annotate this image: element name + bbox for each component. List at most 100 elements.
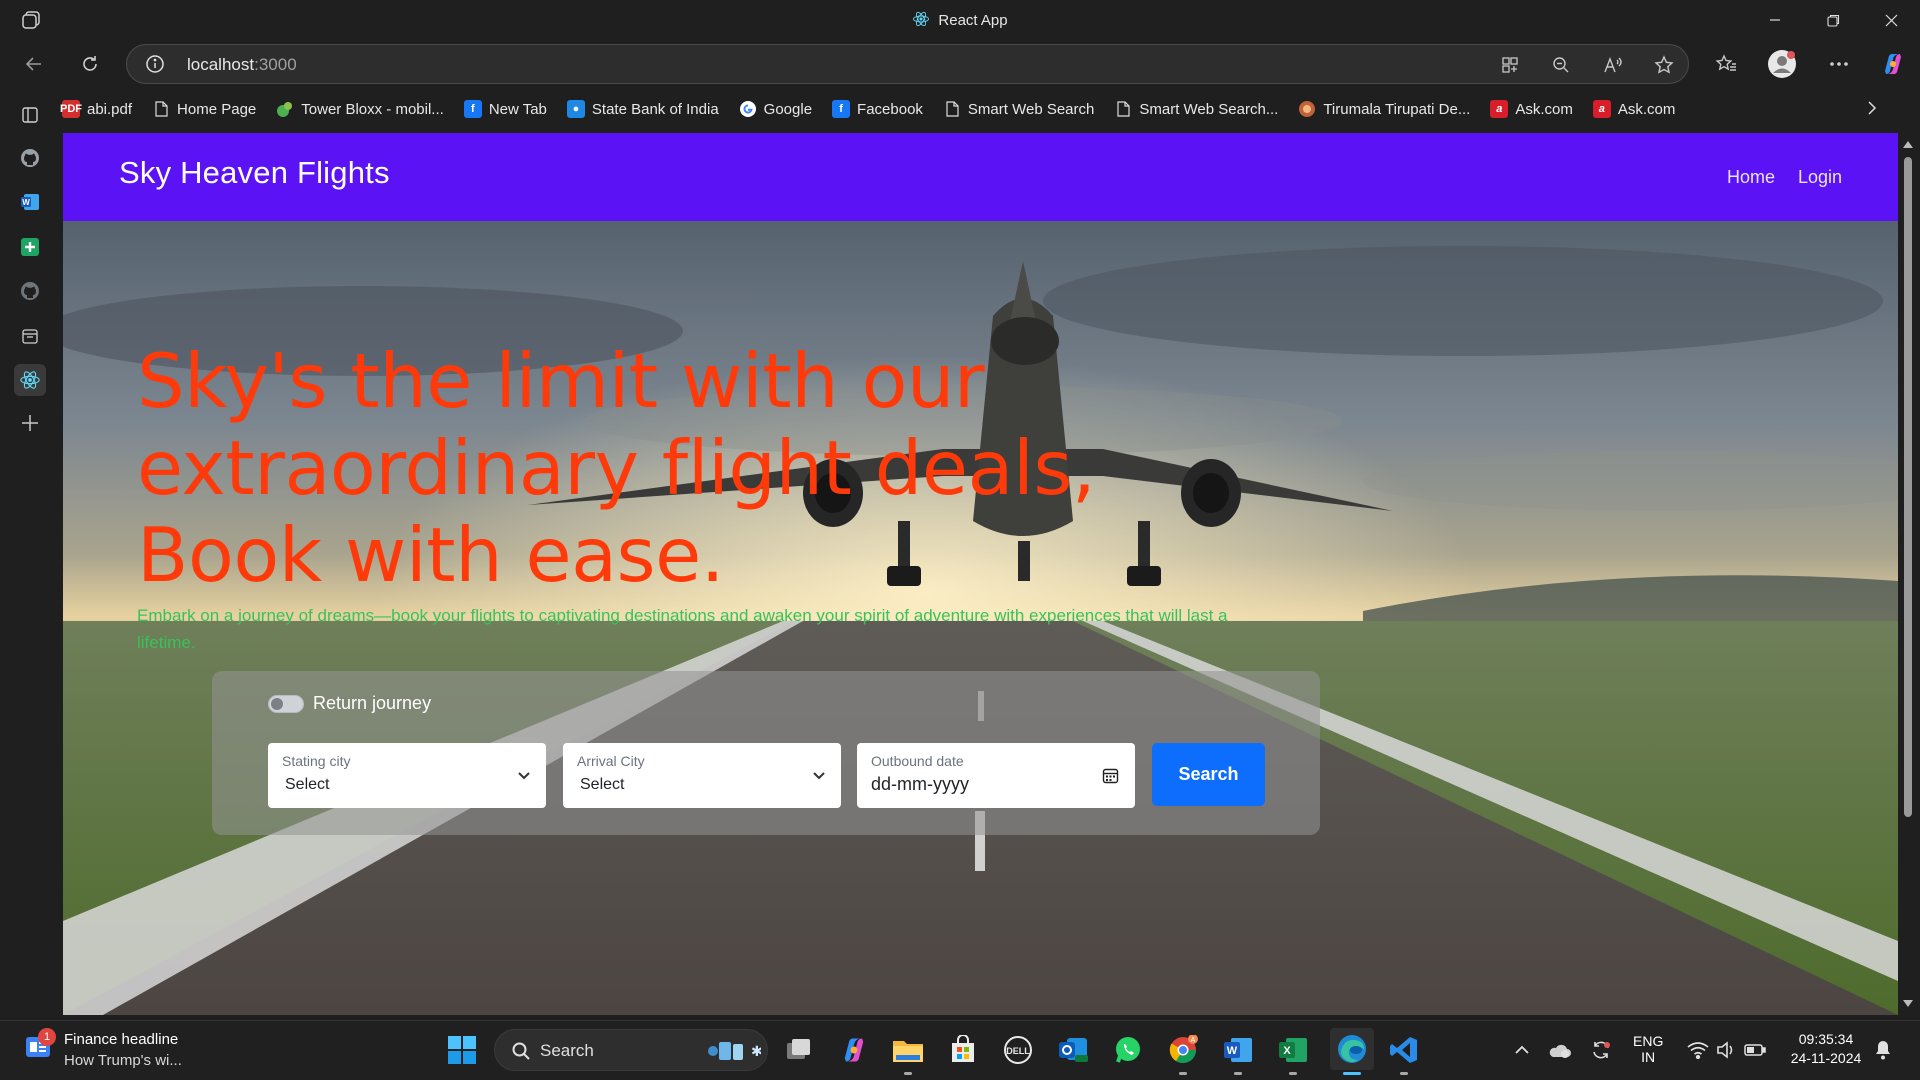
chevron-right-icon[interactable] (1866, 99, 1878, 120)
search-highlight-icon: ✱ (708, 1042, 761, 1060)
browser-title-bar: React App (0, 0, 1920, 40)
back-arrow-icon[interactable] (18, 48, 50, 80)
sync-icon[interactable] (1586, 1033, 1616, 1067)
calendar-tab-icon[interactable] (14, 320, 46, 352)
restore-icon[interactable] (1805, 0, 1861, 40)
taskbar-search-box[interactable]: Search ✱ (494, 1029, 768, 1071)
news-headline-text[interactable]: How Trump's wi... (64, 1052, 182, 1069)
taskbar-search-label: Search (540, 1041, 594, 1060)
excel-add-icon[interactable] (14, 231, 46, 263)
clock-time: 09:35:34 (1798, 1031, 1854, 1047)
battery-icon[interactable] (1740, 1033, 1770, 1067)
copilot-taskbar-icon[interactable] (837, 1033, 871, 1067)
task-view-icon[interactable] (782, 1033, 816, 1067)
window-title: React App (0, 10, 1920, 29)
bookmark-item[interactable]: Home Page (152, 100, 256, 118)
excel-taskbar-icon[interactable]: X (1276, 1033, 1310, 1075)
word-taskbar-icon[interactable]: W (1221, 1033, 1255, 1075)
system-clock[interactable]: 09:35:34 24-11-2024 (1783, 1031, 1869, 1066)
vscode-icon[interactable] (1387, 1033, 1421, 1075)
bookmark-item[interactable]: PDF abi.pdf (60, 100, 133, 118)
microsoft-store-icon[interactable] (946, 1033, 980, 1067)
bookmark-item[interactable]: Tirumala Tirupati De... (1298, 100, 1470, 118)
github-icon[interactable] (14, 275, 46, 307)
ttd-icon (1299, 101, 1316, 117)
notification-bell-icon[interactable] (1869, 1033, 1897, 1067)
bookmark-item[interactable]: a Ask.com (1490, 100, 1573, 118)
bookmark-item[interactable]: Google (739, 100, 812, 118)
outbound-date-value: dd-mm-yyyy (871, 774, 969, 794)
flight-search-form: Return journey Stating city Select Arriv… (212, 671, 1320, 835)
url-host: localhost (187, 55, 255, 74)
bookmark-item[interactable]: a Ask.com (1592, 100, 1675, 118)
read-aloud-icon[interactable] (1600, 53, 1626, 77)
region-code: IN (1641, 1049, 1656, 1065)
svg-text:✱: ✱ (751, 1044, 761, 1060)
brand-logo-text[interactable]: Sky Heaven Flights (119, 155, 390, 191)
github-icon[interactable] (14, 142, 46, 174)
wifi-icon[interactable] (1684, 1033, 1712, 1067)
url-text[interactable]: localhost:3000 (187, 55, 297, 75)
running-indicator (1179, 1072, 1187, 1075)
refresh-icon[interactable] (74, 48, 106, 80)
profile-avatar[interactable] (1766, 48, 1798, 80)
dell-icon[interactable]: DELL (1001, 1033, 1035, 1067)
close-icon[interactable] (1863, 0, 1919, 40)
svg-text:W: W (22, 198, 30, 207)
app-available-icon[interactable] (1497, 53, 1523, 77)
word-icon[interactable]: W (14, 186, 46, 218)
nav-link-home[interactable]: Home (1727, 167, 1775, 188)
minimize-icon[interactable] (1747, 0, 1803, 40)
bookmark-label: Facebook (857, 100, 923, 118)
return-journey-label[interactable]: Return journey (313, 693, 431, 714)
scrollbar-thumb[interactable] (1904, 157, 1912, 817)
chevron-up-icon[interactable] (1507, 1033, 1537, 1067)
search-button[interactable]: Search (1152, 743, 1265, 806)
bookmark-item[interactable]: Smart Web Search... (1114, 100, 1278, 118)
bookmark-label: Tower Bloxx - mobil... (301, 100, 444, 118)
bookmark-item[interactable]: f Facebook (832, 100, 923, 118)
news-headline-title[interactable]: Finance headline (64, 1031, 178, 1048)
bookmark-item[interactable]: Smart Web Search (943, 100, 1094, 118)
page-icon (1117, 101, 1130, 117)
browser-toolbar: localhost:3000 (0, 40, 1920, 88)
arrival-city-select[interactable]: Arrival City Select (563, 743, 841, 808)
page-scrollbar[interactable] (1900, 133, 1916, 1015)
calendar-icon[interactable] (1102, 767, 1119, 784)
bookmark-item[interactable]: ● State Bank of India (566, 100, 719, 118)
favorites-icon[interactable] (1710, 48, 1742, 80)
return-journey-toggle[interactable] (268, 695, 304, 713)
language-indicator[interactable]: ENG IN (1633, 1033, 1663, 1065)
site-info-icon[interactable] (145, 54, 165, 74)
volume-icon[interactable] (1712, 1033, 1740, 1067)
zoom-out-icon[interactable] (1548, 53, 1574, 77)
starting-city-select[interactable]: Stating city Select (268, 743, 546, 808)
onedrive-icon[interactable] (1545, 1033, 1575, 1067)
tab-actions-icon[interactable] (14, 99, 46, 131)
scroll-down-arrow-icon[interactable] (1903, 1000, 1913, 1007)
file-explorer-icon[interactable] (891, 1033, 925, 1075)
copilot-icon[interactable] (1877, 48, 1909, 80)
outbound-date-input[interactable]: Outbound date dd-mm-yyyy (857, 743, 1135, 808)
favorite-star-icon[interactable] (1651, 53, 1677, 77)
nav-link-login[interactable]: Login (1798, 167, 1842, 188)
bookmark-label: abi.pdf (87, 100, 133, 118)
outlook-new-icon[interactable] (1056, 1033, 1090, 1067)
scroll-up-arrow-icon[interactable] (1903, 141, 1913, 148)
edge-taskbar-icon[interactable] (1330, 1028, 1374, 1075)
ask-icon: a (1490, 100, 1509, 118)
bookmark-item[interactable]: f New Tab (463, 100, 547, 118)
bookmark-label: State Bank of India (591, 100, 719, 118)
windows-start-icon[interactable] (445, 1033, 479, 1067)
whatsapp-icon[interactable] (1111, 1033, 1145, 1067)
more-options-icon[interactable] (1823, 48, 1855, 80)
page-icon (155, 101, 168, 117)
address-bar[interactable]: localhost:3000 (126, 44, 1689, 84)
react-app-tab-icon[interactable] (14, 364, 46, 396)
chrome-icon[interactable]: A (1166, 1033, 1200, 1075)
url-port: :3000 (254, 55, 297, 74)
running-indicator (904, 1072, 912, 1075)
bookmark-item[interactable]: Tower Bloxx - mobil... (276, 100, 444, 118)
add-tab-icon[interactable] (14, 407, 46, 439)
bookmark-label: Smart Web Search... (1139, 100, 1279, 118)
